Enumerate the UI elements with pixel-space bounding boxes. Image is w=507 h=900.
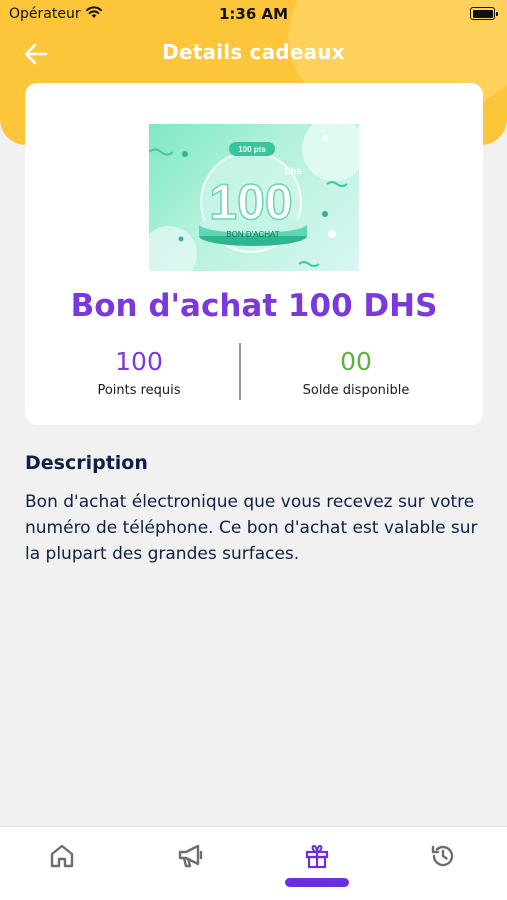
description-heading: Description	[25, 452, 148, 474]
gift-card: 100 pts Dhs 100 BON D'ACHAT Bon d'achat …	[25, 83, 483, 425]
history-icon	[431, 845, 454, 867]
tab-bar	[0, 826, 507, 900]
image-caption-text: BON D'ACHAT	[226, 230, 279, 239]
battery-icon	[470, 7, 498, 20]
points-required: 100 Points requis	[39, 347, 239, 398]
available-balance-value: 00	[340, 347, 372, 376]
gift-icon	[305, 844, 329, 869]
points-required-value: 100	[115, 347, 163, 376]
points-required-label: Points requis	[97, 383, 181, 398]
image-badge-text: 100 pts	[238, 145, 266, 154]
description-text: Bon d'achat électronique que vous receve…	[25, 492, 478, 564]
status-time: 1:36 AM	[218, 5, 289, 23]
page-title: Details cadeaux	[162, 40, 345, 64]
tab-promotions[interactable]	[161, 839, 221, 873]
image-amount-text: 100	[209, 174, 292, 230]
megaphone-icon	[178, 844, 203, 868]
gift-title: Bon d'achat 100 DHS	[70, 288, 438, 324]
tab-home[interactable]	[32, 839, 92, 873]
gift-image: 100 pts Dhs 100 BON D'ACHAT	[149, 124, 359, 271]
home-icon	[50, 844, 74, 868]
active-tab-indicator	[285, 878, 349, 887]
available-balance-label: Solde disponible	[302, 383, 410, 398]
available-balance: 00 Solde disponible	[256, 347, 456, 398]
voucher-illustration: 100 pts Dhs 100 BON D'ACHAT	[149, 124, 359, 271]
tab-history[interactable]	[413, 839, 473, 873]
status-bar: Opérateur 1:36 AM	[0, 0, 507, 28]
stat-divider	[239, 343, 241, 400]
tab-gifts[interactable]	[287, 839, 347, 873]
